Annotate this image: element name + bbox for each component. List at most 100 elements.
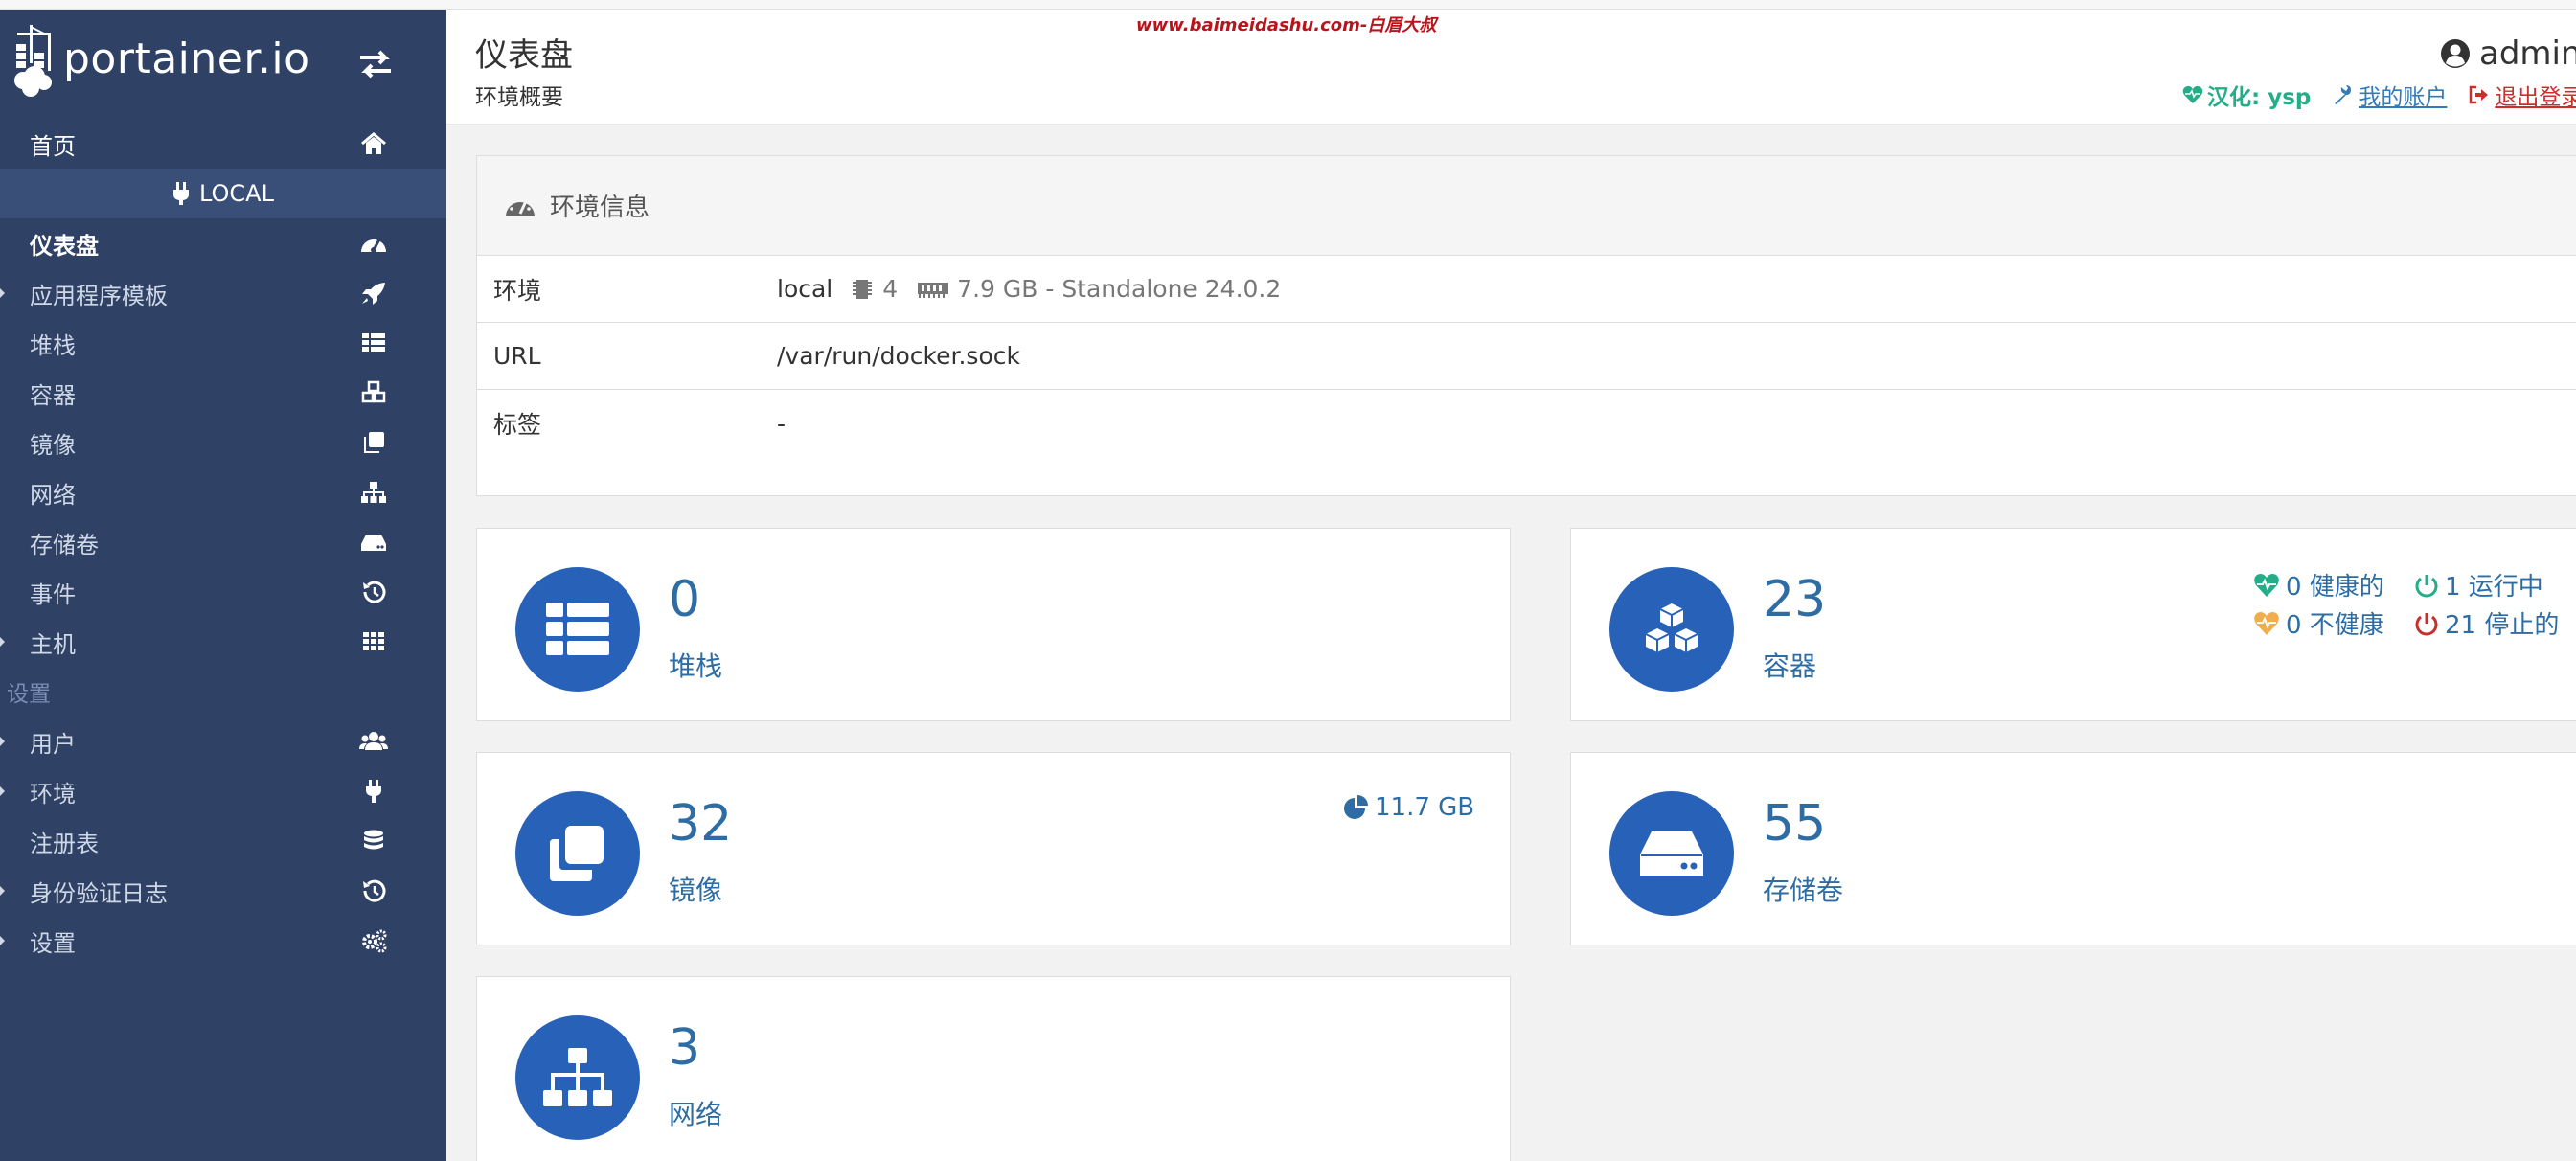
expand-arrow-icon <box>0 886 5 896</box>
url-value: /var/run/docker.sock <box>777 342 1020 370</box>
logout-label: 退出登录 <box>2495 85 2576 110</box>
sign-out-icon <box>2470 85 2489 104</box>
sidebar-item-images[interactable]: 镜像 <box>0 418 446 467</box>
environment-info-panel: 环境信息 环境 local 4 7.9 GB - Standalone 24.0… <box>476 155 2576 496</box>
translation-text: 汉化: ysp <box>2207 85 2312 110</box>
hdd-icon <box>361 535 386 551</box>
cubes-icon <box>361 380 386 403</box>
sidebar-item-dashboard[interactable]: 仪表盘 <box>0 218 446 268</box>
volumes-count: 55 <box>1763 795 1827 853</box>
tachometer-icon <box>506 195 535 216</box>
wrench-icon <box>2335 85 2352 104</box>
th-icon <box>363 632 384 650</box>
tags-value: - <box>777 409 786 438</box>
heartbeat-icon <box>2182 85 2203 103</box>
volumes-widget[interactable]: 55 存储卷 <box>1570 752 2576 945</box>
sidebar-item-label: 网络 <box>30 481 76 509</box>
running-status: 1 运行中 <box>2414 567 2543 603</box>
header-links: 汉化: ysp 我的账户 退出登录 <box>2182 79 2576 111</box>
expand-arrow-icon <box>0 737 5 746</box>
database-icon <box>364 830 383 850</box>
containers-circle <box>1609 567 1734 692</box>
home-icon <box>361 132 386 154</box>
watermark: www.baimeidashu.com-白眉大叔 <box>1136 15 1437 35</box>
username: admin <box>2479 34 2576 73</box>
microchip-icon <box>853 279 873 299</box>
expand-arrow-icon <box>0 936 5 945</box>
environment-name: local <box>777 275 833 303</box>
memory-icon <box>918 282 949 298</box>
plug-icon <box>173 182 190 205</box>
history-icon <box>363 580 386 603</box>
stacks-title: 堆栈 <box>669 650 723 682</box>
sidebar-item-networks[interactable]: 网络 <box>0 467 446 517</box>
sidebar-item-label: 镜像 <box>30 431 76 459</box>
sidebar-item-home[interactable]: 首页 <box>0 119 446 169</box>
images-count: 32 <box>669 795 733 853</box>
networks-count: 3 <box>669 1019 701 1077</box>
sidebar: portainer.io 首页 LOCAL 仪表盘 应用程序模板 堆栈 容器 镜… <box>0 10 446 1161</box>
containers-count: 23 <box>1763 571 1827 628</box>
cogs-icon <box>362 929 387 953</box>
portainer-logo-icon <box>14 25 52 97</box>
tachometer-icon <box>361 239 386 253</box>
healthy-status: 0 健康的 <box>2253 567 2384 603</box>
sidebar-item-label: 容器 <box>30 381 76 409</box>
rocket-icon <box>362 283 385 305</box>
exchange-icon[interactable] <box>356 48 395 80</box>
sidebar-item-label: 仪表盘 <box>30 232 99 260</box>
info-row-url: URL /var/run/docker.sock <box>477 323 2576 390</box>
images-widget[interactable]: 32 镜像 11.7 GB <box>476 752 1511 945</box>
history-icon <box>363 879 386 902</box>
sidebar-item-events[interactable]: 事件 <box>0 567 446 617</box>
sidebar-item-auth-logs[interactable]: 身份验证日志 <box>0 866 446 916</box>
sidebar-item-containers[interactable]: 容器 <box>0 368 446 418</box>
sidebar-item-environments[interactable]: 环境 <box>0 766 446 816</box>
user-circle-icon <box>2441 39 2470 68</box>
pie-chart-icon <box>1344 795 1368 819</box>
sidebar-item-label: 环境 <box>30 780 76 808</box>
sidebar-item-app-templates[interactable]: 应用程序模板 <box>0 268 446 318</box>
my-account-link[interactable]: 我的账户 <box>2332 79 2447 111</box>
stacks-widget[interactable]: 0 堆栈 <box>476 528 1511 721</box>
networks-circle <box>515 1015 640 1140</box>
th-list-icon <box>362 333 385 352</box>
sitemap-icon <box>543 1048 612 1106</box>
endpoint-bar[interactable]: LOCAL <box>0 169 446 218</box>
heartbeat-icon <box>2254 573 2279 597</box>
logout-link[interactable]: 退出登录 <box>2468 79 2576 111</box>
sidebar-item-label: 应用程序模板 <box>30 282 168 309</box>
info-key: 环境 <box>493 276 542 305</box>
brand[interactable]: portainer.io <box>0 10 446 119</box>
clone-icon <box>364 432 384 453</box>
images-circle <box>515 791 640 916</box>
sitemap-icon <box>361 482 386 503</box>
info-key: 标签 <box>493 411 542 439</box>
my-account-label: 我的账户 <box>2359 85 2448 110</box>
stopped-count: 21 停止的 <box>2445 611 2560 640</box>
expand-arrow-icon <box>0 637 5 647</box>
power-icon <box>2415 574 2438 597</box>
translation-credit: 汉化: ysp <box>2182 79 2311 111</box>
running-count: 1 运行中 <box>2445 573 2543 602</box>
stopped-status: 21 停止的 <box>2414 605 2559 641</box>
sidebar-item-registries[interactable]: 注册表 <box>0 816 446 866</box>
networks-widget[interactable]: 3 网络 <box>476 976 1511 1161</box>
stacks-circle <box>515 567 640 692</box>
power-off-icon <box>2415 612 2438 635</box>
unhealthy-count: 0 不健康 <box>2286 611 2384 640</box>
sidebar-item-volumes[interactable]: 存储卷 <box>0 517 446 567</box>
sidebar-item-settings[interactable]: 设置 <box>0 916 446 966</box>
sidebar-item-label: 事件 <box>30 580 76 608</box>
sidebar-item-stacks[interactable]: 堆栈 <box>0 318 446 368</box>
sidebar-item-host[interactable]: 主机 <box>0 617 446 667</box>
sidebar-item-label: 主机 <box>30 630 76 658</box>
expand-arrow-icon <box>0 786 5 796</box>
user-area[interactable]: admin <box>2439 34 2576 73</box>
users-icon <box>359 732 388 750</box>
volumes-circle <box>1609 791 1734 916</box>
healthy-count: 0 健康的 <box>2286 573 2384 602</box>
info-row-tags: 标签 - <box>477 390 2576 457</box>
containers-widget[interactable]: 23 容器 0 健康的 1 运行中 0 不健康 21 停止的 <box>1570 528 2576 721</box>
sidebar-item-users[interactable]: 用户 <box>0 717 446 766</box>
